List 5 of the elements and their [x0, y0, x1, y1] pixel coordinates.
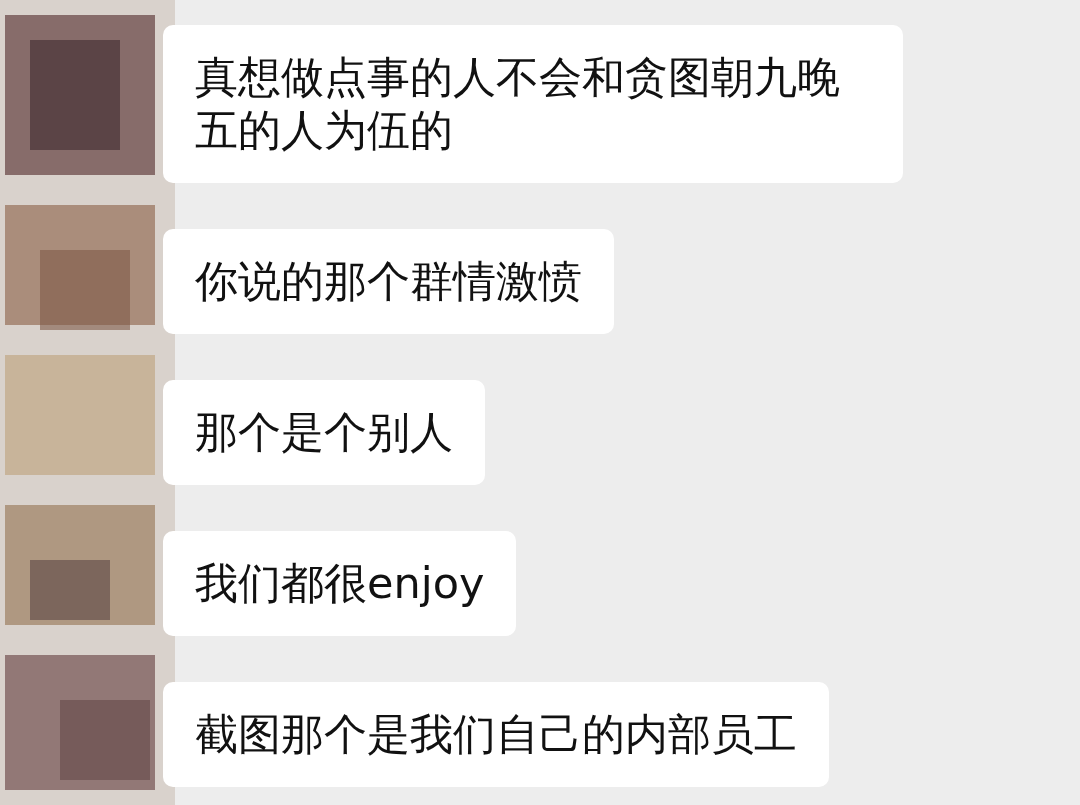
message-text: 真想做点事的人不会和贪图朝九晚五的人为伍的 — [195, 52, 840, 155]
message-text: 我们都很enjoy — [195, 558, 485, 608]
message-text: 你说的那个群情激愤 — [195, 256, 582, 306]
message-text: 截图那个是我们自己的内部员工 — [195, 709, 797, 759]
message-text: 那个是个别人 — [195, 407, 453, 457]
